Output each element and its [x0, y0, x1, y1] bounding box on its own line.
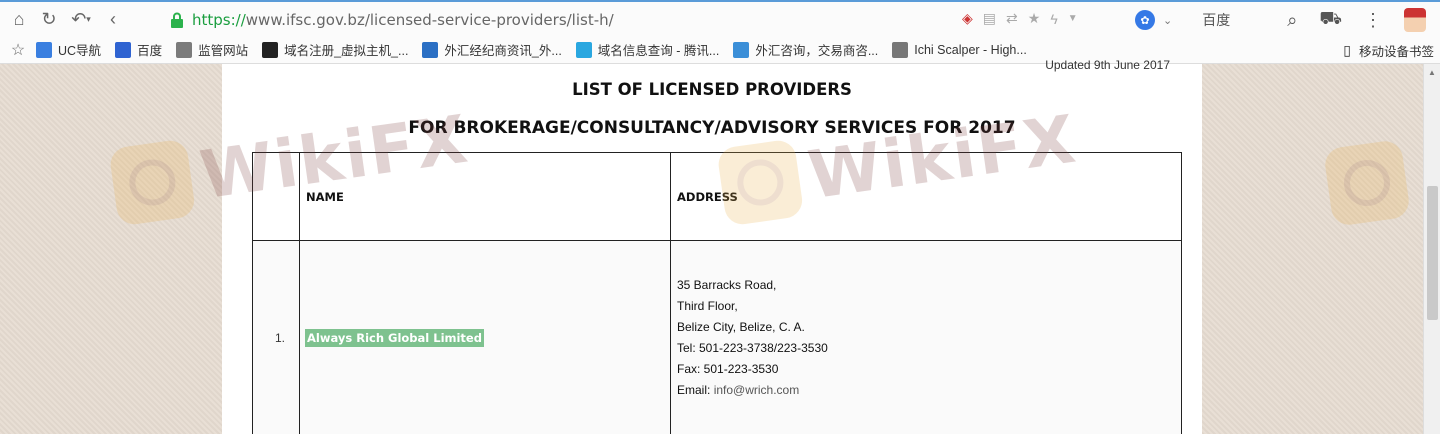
bookmark-item[interactable]: 域名信息查询 - 腾讯...	[575, 40, 720, 59]
back-icon[interactable]: ‹	[98, 4, 128, 34]
lightning-icon[interactable]: ϟ	[1050, 11, 1057, 27]
bookmark-item[interactable]: 域名注册_虚拟主机_...	[262, 40, 408, 59]
email-link[interactable]: info@wrich.com	[714, 383, 800, 397]
provider-address-cell: 35 Barracks Road, Third Floor, Belize Ci…	[670, 240, 1182, 434]
bookmark-item[interactable]: UC导航	[36, 40, 101, 59]
bookmark-label: UC导航	[58, 44, 102, 58]
provider-name[interactable]: Always Rich Global Limited	[305, 328, 484, 347]
page-title: LIST OF LICENSED PROVIDERS	[572, 80, 852, 99]
provider-name-cell: Always Rich Global Limited	[299, 240, 671, 434]
vertical-scrollbar[interactable]: ▲	[1423, 64, 1440, 434]
header-address: ADDRESS	[670, 152, 1182, 241]
document-page: Updated 9th June 2017 LIST OF LICENSED P…	[222, 58, 1202, 434]
page-subtitle: FOR BROKERAGE/CONSULTANCY/ADVISORY SERVI…	[408, 118, 1016, 138]
bookmark-label: 域名信息查询 - 腾讯...	[597, 44, 720, 58]
address-line: Belize City, Belize, C. A.	[677, 319, 805, 334]
url-text[interactable]: https://www.ifsc.gov.bz/licensed-service…	[192, 11, 614, 29]
reload-icon[interactable]: ↻	[34, 4, 64, 34]
bookmark-item[interactable]: Ichi Scalper - High...	[892, 41, 1027, 58]
bookmark-label: Ichi Scalper - High...	[914, 42, 1027, 57]
bookmark-list: UC导航 百度 监管网站 域名注册_虚拟主机_... 外汇经纪商资讯_外... 域名信息查…	[36, 40, 1041, 59]
bookmark-item[interactable]: 外汇咨询，交易商咨...	[733, 40, 878, 59]
page-background: Updated 9th June 2017 LIST OF LICENSED P…	[0, 58, 1440, 434]
scroll-up-arrow-icon[interactable]: ▲	[1424, 64, 1440, 80]
providers-table: NAME ADDRESS 1. Always Rich Global Limit…	[252, 152, 1182, 434]
baidu-paw-icon	[115, 41, 132, 58]
reader-mode-icon[interactable]: ▤	[983, 10, 996, 27]
url-protocol: https://	[192, 11, 246, 29]
undo-close-tab-icon[interactable]: ↶ ▾	[64, 4, 98, 34]
scroll-thumb[interactable]	[1427, 186, 1438, 320]
fx-consult-icon	[733, 41, 750, 58]
page-icon	[892, 41, 909, 58]
translate-icon[interactable]: ⇄	[1006, 10, 1018, 27]
baidu-engine-icon[interactable]: ✿	[1135, 10, 1155, 30]
header-name: NAME	[299, 152, 671, 241]
favorite-star-icon[interactable]: ★	[1028, 10, 1041, 27]
address-line: Third Floor,	[677, 298, 738, 313]
row-number: 1.	[252, 240, 300, 434]
browser-toolbar: ⌂ ↻ ↶ ▾ ‹ https://www.ifsc.gov.bz/license…	[0, 0, 1440, 36]
watermark-logo-icon	[108, 138, 197, 227]
phone-line: Tel: 501-223-3738/223-3530	[677, 340, 828, 355]
header-number	[252, 152, 300, 241]
cloud-icon	[575, 41, 592, 58]
home-icon[interactable]: ⌂	[4, 4, 34, 34]
lock-icon	[170, 12, 184, 28]
engine-chevron-icon[interactable]: ⌄	[1163, 14, 1172, 27]
bookmark-item[interactable]: 外汇经纪商资讯_外...	[422, 40, 562, 59]
site-security-icon[interactable]: ◈	[962, 10, 973, 27]
fx-news-icon	[422, 41, 439, 58]
bookmark-label: 百度	[137, 44, 163, 58]
bookmark-label: 域名注册_虚拟主机_...	[284, 44, 409, 58]
email-label: Email:	[677, 382, 714, 397]
address-line: 35 Barracks Road,	[677, 277, 777, 292]
toolbar-right: ⌕ ⛟ ⋮	[1287, 4, 1440, 36]
add-bookmark-star-icon[interactable]: ☆	[0, 40, 36, 60]
search-icon[interactable]: ⌕	[1287, 10, 1297, 31]
bookmark-label: 监管网站	[198, 44, 249, 58]
watermark-logo-icon	[1322, 138, 1412, 228]
folder-icon	[176, 41, 193, 58]
mobile-device-icon: ▯	[1343, 41, 1351, 58]
bookmarks-bar: ☆ UC导航 百度 监管网站 域名注册_虚拟主机_... 外汇经纪商资讯_外... 域名信…	[0, 36, 1440, 64]
watermark	[1322, 138, 1412, 228]
uc-icon	[36, 41, 52, 58]
table-row: 1. Always Rich Global Limited 35 Barrack…	[252, 240, 1182, 434]
bookmark-item[interactable]: 百度	[115, 40, 162, 59]
email-line: Email: info@wrich.com	[677, 380, 1181, 401]
mobile-bookmarks[interactable]: ▯ 移动设备书签	[1343, 36, 1434, 64]
bookmark-item[interactable]: 监管网站	[176, 40, 248, 59]
cart-icon[interactable]: ⛟	[1319, 8, 1342, 32]
avatar[interactable]	[1404, 8, 1426, 32]
bookmark-label: 外汇经纪商资讯_外...	[444, 44, 562, 58]
menu-dots-icon[interactable]: ⋮	[1364, 10, 1382, 31]
domain-icon	[262, 41, 279, 58]
dropdown-chevron-icon[interactable]: ▼	[1068, 13, 1078, 24]
table-header-row: NAME ADDRESS	[252, 152, 1182, 241]
url-path: www.ifsc.gov.bz/licensed-service-provide…	[245, 11, 614, 29]
updated-date: Updated 9th June 2017	[1045, 58, 1170, 72]
fax-line: Fax: 501-223-3530	[677, 361, 779, 376]
search-engine-label: 百度	[1202, 12, 1231, 28]
bookmark-label: 外汇咨询，交易商咨...	[755, 44, 879, 58]
address-bar-actions: ◈ ▤ ⇄ ★ ϟ ▼	[962, 10, 1078, 27]
mobile-bookmarks-label: 移动设备书签	[1358, 44, 1434, 59]
